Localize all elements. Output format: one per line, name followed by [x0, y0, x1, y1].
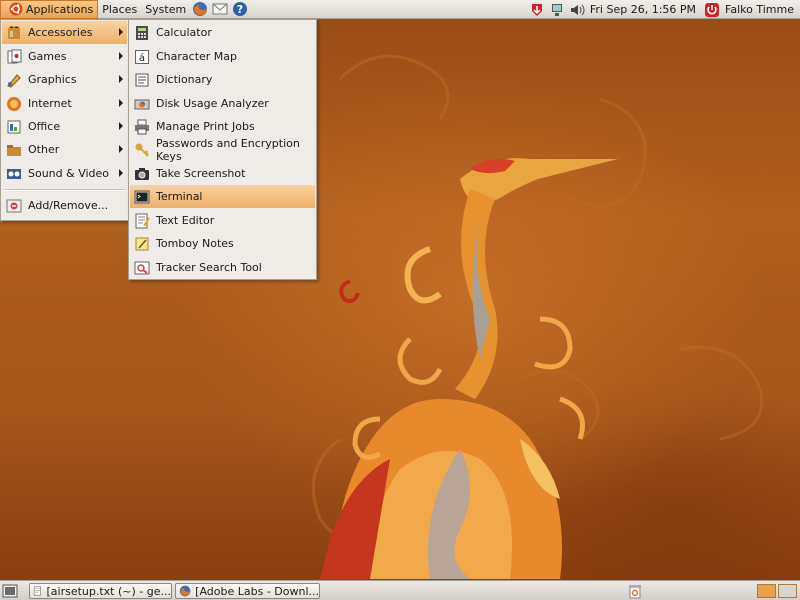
svg-text:?: ? [237, 3, 243, 16]
places-menu-button[interactable]: Places [98, 0, 141, 19]
top-panel: Applications Places System ? Fri Sep 26,… [0, 0, 800, 19]
sound-video-icon [7, 168, 21, 179]
menu-item-internet[interactable]: Internet [2, 92, 127, 115]
taskbar-button-firefox[interactable]: [Adobe Labs - Downl... [175, 583, 320, 599]
accessories-submenu: Calculator á Character Map Dictionary Di… [128, 19, 317, 280]
user-name[interactable]: Falko Timme [725, 3, 794, 16]
printer-icon [135, 119, 149, 134]
menu-item-passwords-keys[interactable]: Passwords and Encryption Keys [130, 136, 315, 163]
firefox-icon[interactable] [192, 1, 208, 17]
menu-item-label: Accessories [28, 26, 93, 39]
menu-item-label: Tomboy Notes [156, 237, 234, 250]
menu-item-label: Sound & Video [28, 167, 110, 180]
clock[interactable]: Fri Sep 26, 1:56 PM [590, 3, 696, 16]
office-icon [7, 120, 21, 133]
menu-item-label: Passwords and Encryption Keys [156, 136, 300, 163]
menu-item-label: Add/Remove... [28, 199, 109, 212]
bottom-panel: [airsetup.txt (~) - ge... [Adobe Labs - … [0, 580, 800, 600]
menu-item-text-editor[interactable]: Text Editor [130, 209, 315, 232]
menu-item-graphics[interactable]: Graphics [2, 68, 127, 91]
menu-item-games[interactable]: Games [2, 45, 127, 68]
ubuntu-logo-icon [9, 2, 23, 16]
submenu-arrow-icon [119, 28, 123, 36]
other-icon [7, 144, 21, 156]
network-icon[interactable] [549, 2, 565, 18]
menu-item-tomboy-notes[interactable]: Tomboy Notes [130, 232, 315, 255]
menu-item-office[interactable]: Office [2, 115, 127, 138]
applications-menu-label: Applications [26, 2, 94, 16]
menu-separator [4, 189, 125, 191]
accessories-icon [8, 26, 20, 39]
applications-menu-button[interactable]: Applications [0, 0, 99, 19]
mail-icon[interactable] [212, 1, 228, 17]
help-icon[interactable]: ? [232, 1, 248, 17]
trash-icon[interactable] [627, 583, 643, 599]
menu-item-other[interactable]: Other [2, 138, 127, 161]
menu-item-dictionary[interactable]: Dictionary [130, 68, 315, 91]
menu-item-label: Graphics [28, 73, 77, 86]
tracker-search-icon [134, 261, 150, 274]
keys-icon [135, 143, 149, 157]
menu-item-accessories[interactable]: Accessories [2, 21, 127, 44]
submenu-arrow-icon [119, 52, 123, 60]
character-map-icon: á [135, 49, 149, 64]
update-notifier-icon[interactable] [529, 2, 545, 18]
volume-icon[interactable] [569, 2, 585, 18]
menu-item-label: Character Map [156, 50, 238, 63]
disk-usage-icon [134, 99, 150, 109]
add-remove-icon [6, 199, 22, 212]
menu-item-label: Text Editor [156, 214, 215, 227]
tomboy-icon [135, 237, 149, 250]
submenu-arrow-icon [119, 145, 123, 153]
submenu-arrow-icon [119, 169, 123, 177]
menu-item-label: Terminal [156, 190, 203, 203]
menu-item-character-map[interactable]: á Character Map [130, 45, 315, 68]
menu-item-label: Take Screenshot [156, 167, 246, 180]
menu-item-calculator[interactable]: Calculator [130, 21, 315, 44]
menu-item-disk-usage-analyzer[interactable]: Disk Usage Analyzer [130, 92, 315, 115]
submenu-arrow-icon [119, 99, 123, 107]
taskbar-button-label: [airsetup.txt (~) - ge... [46, 584, 171, 598]
menu-item-tracker-search[interactable]: Tracker Search Tool [130, 256, 315, 279]
menu-item-label: Manage Print Jobs [156, 120, 255, 133]
menu-item-take-screenshot[interactable]: Take Screenshot [130, 162, 315, 185]
menu-item-label: Other [28, 143, 60, 156]
panel-right-area: Fri Sep 26, 1:56 PM Falko Timme [527, 0, 800, 19]
dictionary-icon [135, 73, 149, 86]
menu-item-label: Games [28, 50, 67, 63]
calculator-icon [136, 25, 148, 40]
submenu-arrow-icon [119, 122, 123, 130]
menu-item-manage-print-jobs[interactable]: Manage Print Jobs [130, 115, 315, 138]
system-menu-button[interactable]: System [141, 0, 190, 19]
workspace-2[interactable] [778, 584, 797, 598]
show-desktop-icon[interactable] [2, 583, 18, 599]
workspace-1[interactable] [757, 584, 776, 598]
menu-item-terminal[interactable]: Terminal [130, 185, 315, 208]
text-editor-icon [33, 586, 42, 596]
games-icon [7, 49, 22, 63]
firefox-icon [179, 585, 191, 597]
graphics-icon [7, 73, 21, 88]
menu-item-label: Tracker Search Tool [156, 261, 262, 274]
menu-item-sound-video[interactable]: Sound & Video [2, 162, 127, 185]
terminal-icon [134, 190, 150, 203]
camera-icon [135, 167, 149, 180]
text-editor-icon [135, 213, 150, 228]
menu-item-label: Dictionary [156, 73, 213, 86]
menu-item-label: Internet [28, 97, 72, 110]
internet-icon [7, 96, 21, 111]
menu-item-label: Calculator [156, 26, 212, 39]
submenu-arrow-icon [119, 75, 123, 83]
menu-item-label: Office [28, 120, 61, 133]
svg-text:á: á [139, 52, 145, 64]
taskbar-button-text-editor[interactable]: [airsetup.txt (~) - ge... [29, 583, 172, 599]
menu-item-label: Disk Usage Analyzer [156, 97, 269, 110]
menu-item-add-remove[interactable]: Add/Remove... [2, 194, 127, 217]
taskbar-button-label: [Adobe Labs - Downl... [195, 584, 319, 598]
power-icon[interactable] [704, 2, 720, 18]
applications-menu: Accessories Games Graphics Internet Offi… [0, 19, 129, 221]
